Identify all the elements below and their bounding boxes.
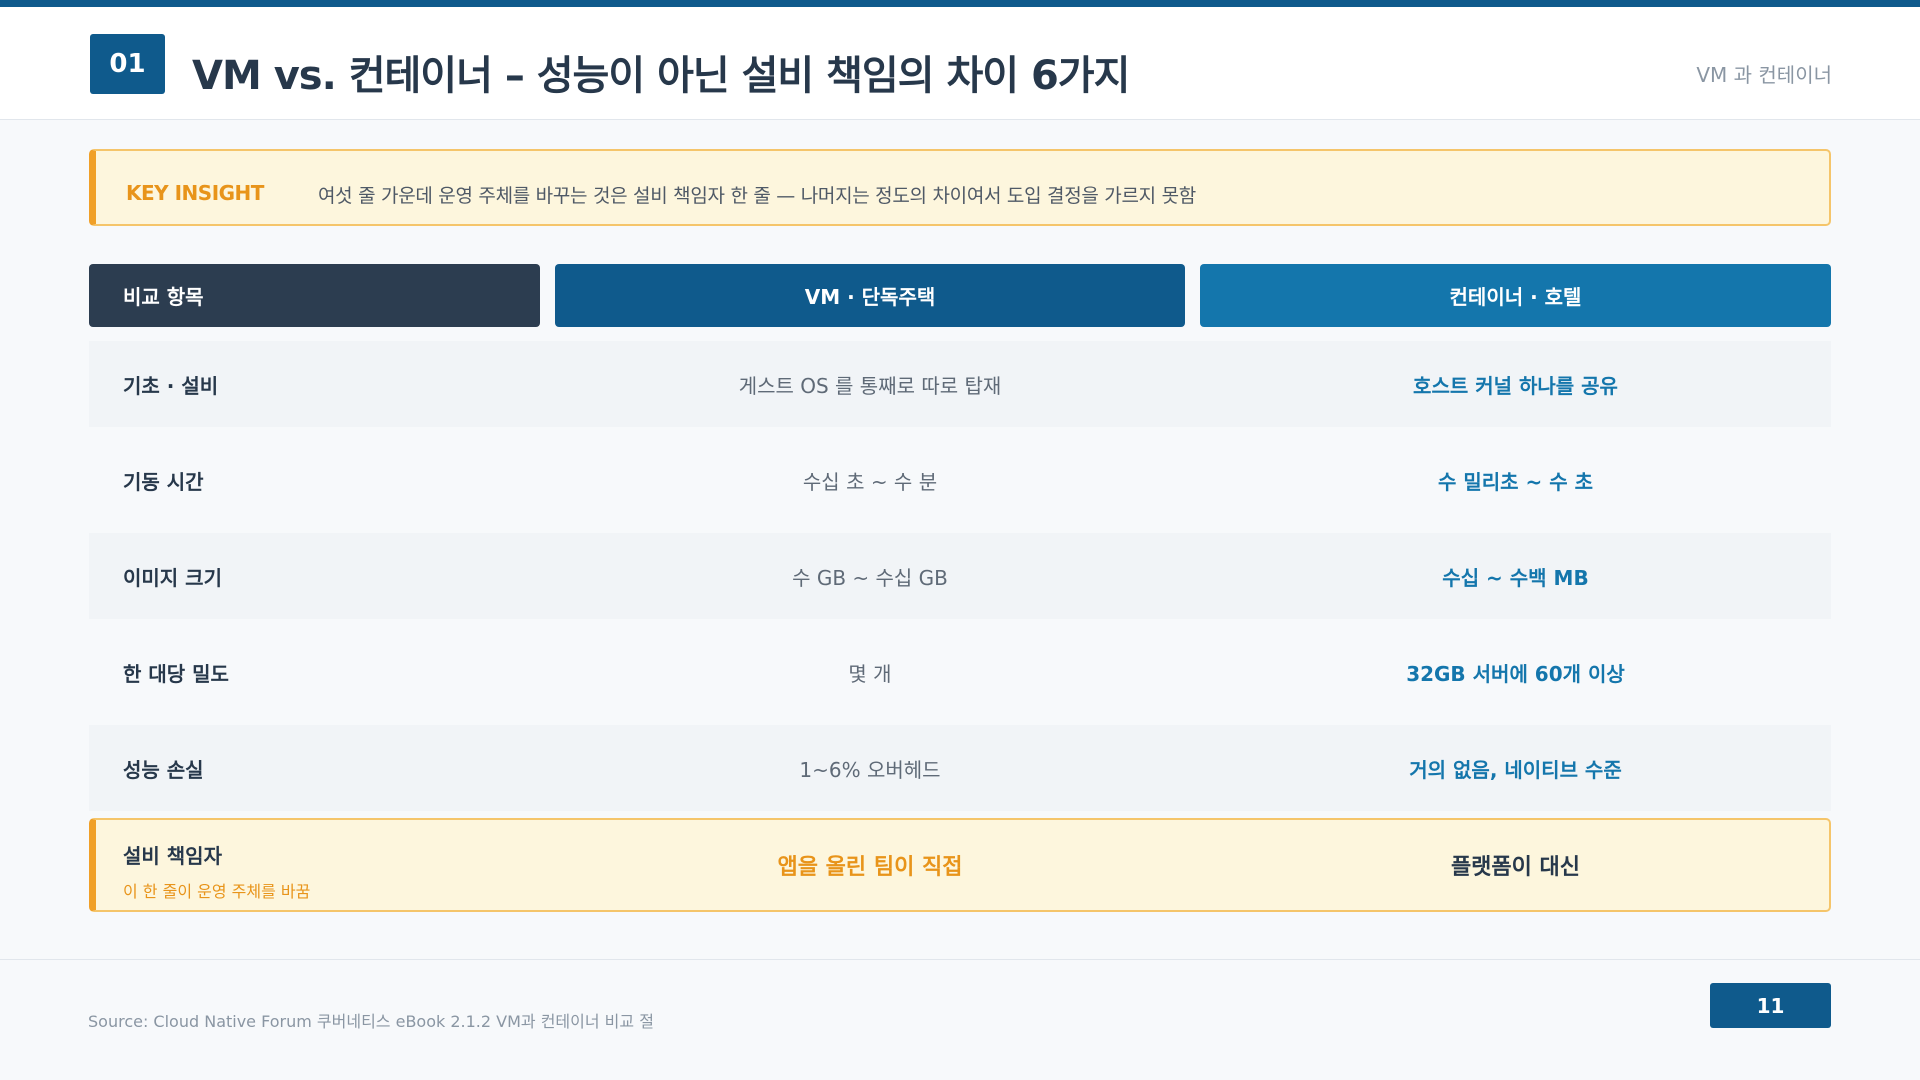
top-accent-bar — [0, 0, 1920, 7]
row-label: 한 대당 밀도 — [123, 661, 229, 686]
table-row: 성능 손실 1~6% 오버헤드 거의 없음, 네이티브 수준 — [89, 725, 1831, 811]
section-label: VM 과 컨테이너 — [1696, 63, 1832, 87]
table-row: 한 대당 밀도 몇 개 32GB 서버에 60개 이상 — [89, 629, 1831, 715]
chapter-badge: 01 — [90, 34, 165, 94]
page-header: 01 VM vs. 컨테이너 – 성능이 아닌 설비 책임의 차이 6가지 VM… — [0, 7, 1920, 120]
page-title: VM vs. 컨테이너 – 성능이 아닌 설비 책임의 차이 6가지 — [192, 53, 1130, 99]
container-value: 플랫폼이 대신 — [1450, 855, 1581, 880]
table-row: 이미지 크기 수 GB ~ 수십 GB 수십 ~ 수백 MB — [89, 533, 1831, 619]
column-header-item: 비교 항목 — [89, 264, 540, 327]
insight-tag: KEY INSIGHT — [126, 181, 264, 205]
table-row: 기초 · 설비 게스트 OS 를 통째로 따로 탑재 호스트 커널 하나를 공유 — [89, 341, 1831, 427]
vm-value: 몇 개 — [848, 661, 892, 686]
container-value: 32GB 서버에 60개 이상 — [1406, 661, 1625, 686]
table-row: 기동 시간 수십 초 ~ 수 분 수 밀리초 ~ 수 초 — [89, 437, 1831, 523]
row-label: 성능 손실 — [123, 757, 204, 782]
vm-value: 수 GB ~ 수십 GB — [792, 565, 948, 590]
container-value: 수십 ~ 수백 MB — [1442, 565, 1589, 590]
container-value: 거의 없음, 네이티브 수준 — [1409, 757, 1622, 782]
row-label: 설비 책임자 — [123, 844, 222, 868]
column-header-vm: VM · 단독주택 — [555, 264, 1185, 327]
vm-value: 앱을 올린 팀이 직접 — [777, 855, 963, 880]
container-value: 호스트 커널 하나를 공유 — [1413, 373, 1618, 398]
container-value: 수 밀리초 ~ 수 초 — [1437, 469, 1593, 494]
page-number: 11 — [1710, 983, 1831, 1028]
row-label: 기초 · 설비 — [123, 373, 219, 398]
key-insight-box: KEY INSIGHT 여섯 줄 가운데 운영 주체를 바꾸는 것은 설비 책임… — [89, 149, 1831, 226]
column-header-container: 컨테이너 · 호텔 — [1200, 264, 1831, 327]
vm-value: 1~6% 오버헤드 — [799, 757, 941, 782]
page-footer: Source: Cloud Native Forum 쿠버네티스 eBook 2… — [0, 959, 1920, 1080]
row-label: 이미지 크기 — [123, 565, 222, 590]
vm-value: 수십 초 ~ 수 분 — [802, 469, 938, 494]
row-label: 기동 시간 — [123, 469, 204, 494]
row-note: 이 한 줄이 운영 주체를 바꿈 — [123, 882, 311, 901]
source-citation: Source: Cloud Native Forum 쿠버네티스 eBook 2… — [88, 1012, 654, 1031]
table-row-highlight: 설비 책임자 이 한 줄이 운영 주체를 바꿈 앱을 올린 팀이 직접 플랫폼이… — [89, 818, 1831, 912]
vm-value: 게스트 OS 를 통째로 따로 탑재 — [738, 373, 1002, 398]
insight-text: 여섯 줄 가운데 운영 주체를 바꾸는 것은 설비 책임자 한 줄 — 나머지는… — [318, 185, 1196, 207]
